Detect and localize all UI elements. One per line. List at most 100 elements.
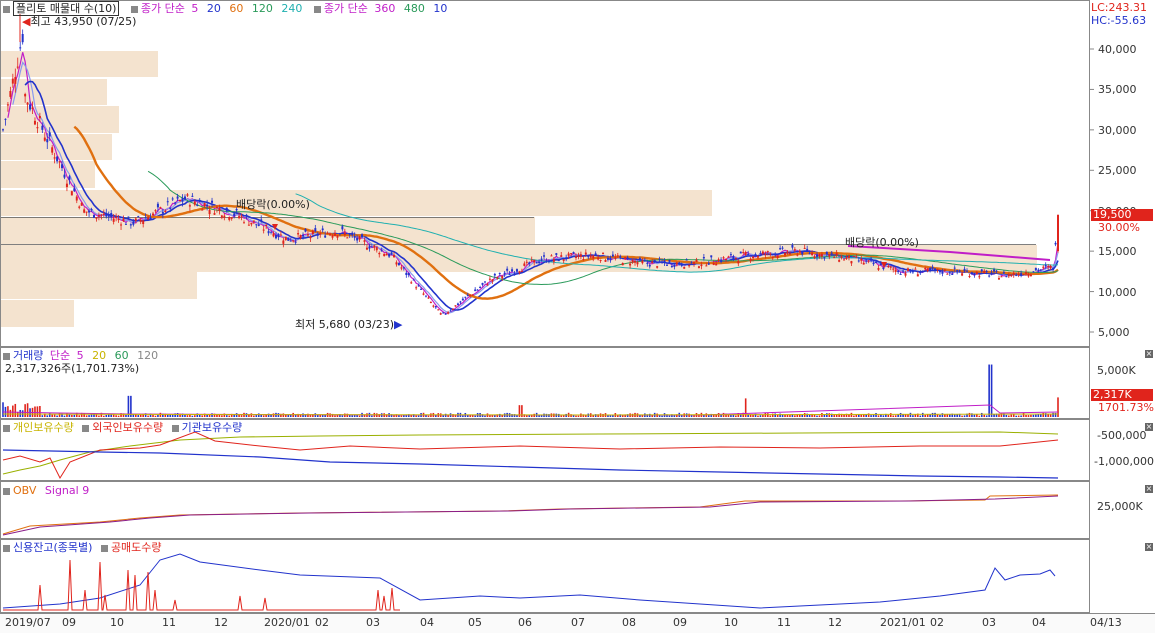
ma-360-period[interactable]: 360 [374,2,395,15]
volume-bar [774,413,776,417]
candle-body [629,263,632,266]
candle-body [552,258,555,262]
volume-bar [221,415,223,417]
candle-body [732,256,735,259]
candle-body [147,217,150,220]
candle-body [997,278,1000,280]
close-icon[interactable]: × [1145,423,1153,431]
candle-body [902,270,905,272]
x-axis-label: 11 [777,616,791,629]
candle-body [353,236,356,238]
holders-series-foreign[interactable]: 외국인보유수량 [92,421,163,434]
volume-bar [63,415,66,417]
candle-body [646,262,649,264]
ma-480-period[interactable]: 480 [404,2,425,15]
volume-current-badge: 2,317K [1091,389,1153,401]
volume-ma-label[interactable]: 단순 [50,349,70,362]
obv-series[interactable]: OBV [13,484,36,497]
candle-body [250,222,253,225]
ma-240-period[interactable]: 240 [281,2,302,15]
volume-bar [393,415,395,417]
candle-body [429,302,432,304]
candle-body [931,266,934,269]
hc-value: HC:-55.63 [1091,14,1147,27]
volume-bar [1037,414,1040,417]
candle-body [284,236,287,241]
legend-bullet-icon [82,424,90,432]
candle-body [134,218,137,221]
candle-body [528,262,531,265]
volume-bar [1052,412,1054,417]
volume-bar [228,415,231,417]
price-axis-tick: 35,000 [1098,83,1137,97]
candle-body [511,269,514,272]
candle-body [1042,266,1045,268]
x-axis-label: 04 [1032,616,1046,629]
ma-20-period[interactable]: 20 [207,2,221,15]
candle-body [567,253,570,256]
ma-120-period[interactable]: 120 [252,2,273,15]
close-icon[interactable]: × [1145,350,1153,358]
volume-bar [1025,415,1027,417]
volume-bar [53,414,56,417]
volume-bar [961,415,963,417]
candle-body [484,281,487,283]
obv-signal-series[interactable]: Signal 9 [45,484,89,497]
dividend-annotation-1: 배당락(0.00%) [236,198,310,211]
volume-bar [577,415,580,417]
volume-ma-5[interactable]: 5 [77,349,84,362]
volume-ma-120[interactable]: 120 [137,349,158,362]
candle-body [801,252,804,255]
candle-body [215,206,218,208]
candle-body [43,137,46,141]
ma-60-period[interactable]: 60 [229,2,243,15]
volume-bar [1027,415,1030,417]
volume-bar [934,412,936,417]
candle-body [454,305,457,307]
candle-body [466,294,469,296]
volume-bar [1008,415,1010,417]
volume-bar [417,415,420,417]
candle-body [938,271,941,273]
x-axis-label: 06 [518,616,532,629]
legend-bullet-icon [313,5,321,13]
candle-body [956,270,959,272]
candle-body [663,260,666,263]
volume-bar [894,415,897,417]
volume-ma-20[interactable]: 20 [92,349,106,362]
short-sale-series[interactable]: 공매도수량 [111,541,162,554]
close-icon[interactable]: × [1145,543,1153,551]
candle-body [181,198,184,202]
close-icon[interactable]: × [1145,485,1153,493]
candle-body [188,205,191,207]
volume-bar [892,415,895,417]
candle-body [36,127,39,129]
candle-body [186,194,189,196]
volume-bar [980,412,983,417]
volume-bar [776,414,779,417]
candle-body [993,269,996,272]
credit-series[interactable]: 신용잔고(종목별) [13,541,92,554]
volume-bar [973,414,976,417]
candle-body [515,269,518,272]
stock-chart-canvas[interactable] [0,0,1155,632]
candle-body [665,264,668,266]
ma-5-period[interactable]: 5 [191,2,198,15]
candle-body [924,267,927,270]
holders-series-institution[interactable]: 기관보유수량 [182,421,243,434]
candle-body [171,198,174,200]
ma-group2-label[interactable]: 종가 단순 [324,2,368,15]
x-axis: 2019/07 09 10 11 12 2020/01 02 03 04 05 06 07 08 09 10… [0,613,1155,633]
candle-body [164,210,167,213]
volume-title[interactable]: 거래량 [13,349,43,362]
candle-body [358,236,361,240]
volume-ma-60[interactable]: 60 [115,349,129,362]
chart-title[interactable]: 플리토 매물대 수(10) [13,1,120,16]
holders-series-individual[interactable]: 개인보유수량 [13,421,74,434]
volume-bar [105,414,108,417]
ma-10-period[interactable]: 10 [433,2,447,15]
candle-body [1057,214,1059,252]
volume-bar [707,415,710,417]
candle-body [449,310,452,312]
ma-group1-label[interactable]: 종가 단순 [141,2,185,15]
